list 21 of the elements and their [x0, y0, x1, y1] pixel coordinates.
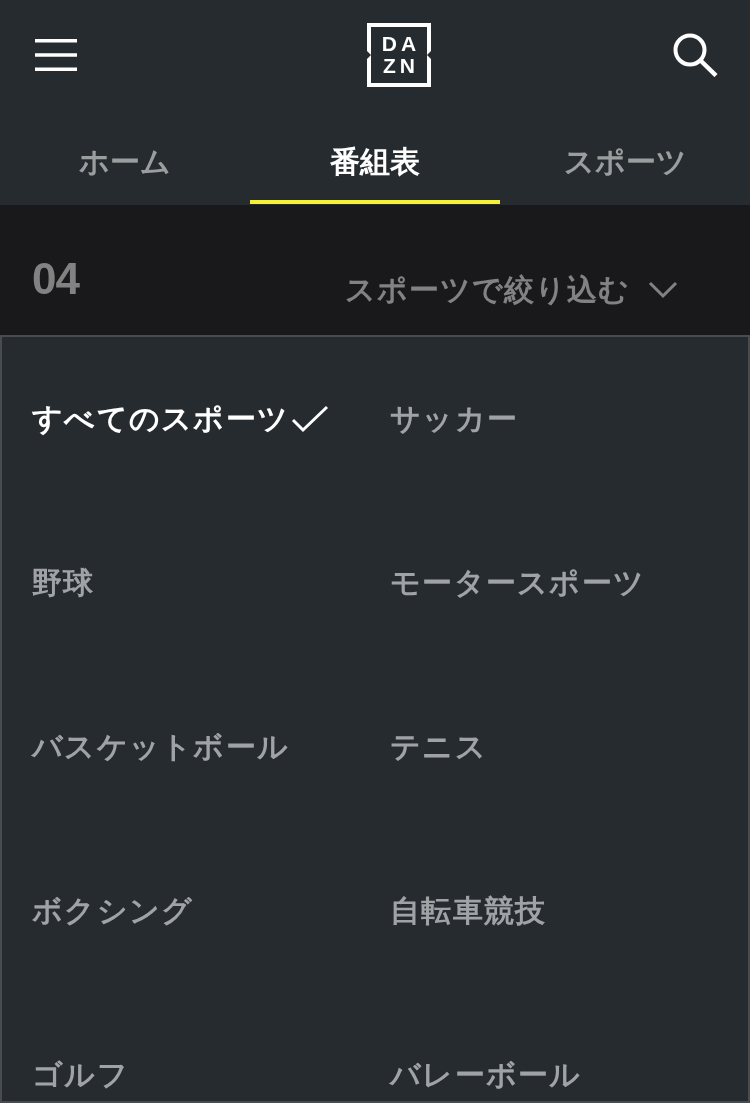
date-label: 04 — [32, 254, 79, 304]
sport-option[interactable]: ボクシング — [32, 890, 194, 932]
tab[interactable]: スポーツ — [500, 110, 750, 204]
sport-option[interactable]: バスケットボール — [32, 726, 290, 768]
sport-option[interactable]: 自転車競技 — [390, 890, 547, 932]
sport-option[interactable]: すべてのスポーツ — [32, 398, 330, 440]
chevron-down-icon — [648, 281, 678, 299]
sport-option[interactable]: 野球 — [32, 562, 95, 604]
tab[interactable]: ホーム — [0, 110, 250, 204]
search-button[interactable] — [673, 33, 718, 77]
sport-option[interactable]: サッカー — [390, 398, 519, 440]
menu-icon — [35, 39, 77, 71]
sport-option[interactable]: ゴルフ — [32, 1054, 129, 1096]
sport-option[interactable]: バレーボール — [390, 1054, 582, 1096]
logo[interactable]: DA ZN — [367, 23, 431, 87]
menu-button[interactable] — [35, 39, 77, 71]
sport-option[interactable]: テニス — [390, 726, 487, 768]
search-icon — [673, 33, 718, 77]
sport-option[interactable]: モータースポーツ — [390, 562, 646, 604]
sport-filter-dropdown[interactable]: スポーツで絞り込む — [345, 269, 678, 311]
check-icon — [291, 405, 330, 433]
